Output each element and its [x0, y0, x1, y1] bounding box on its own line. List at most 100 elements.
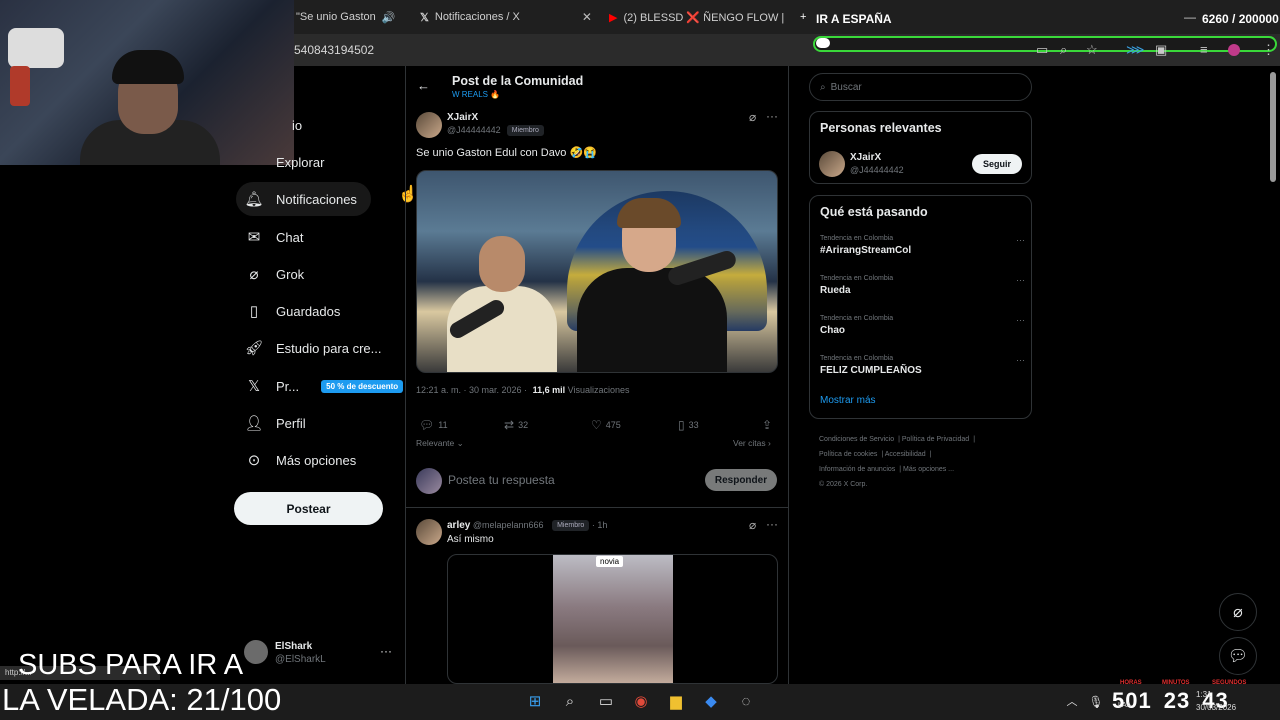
browser-tab-notifications[interactable]: 𝕏 Notificaciones / X ✕ — [420, 6, 600, 28]
bookmark-count: 33 — [688, 420, 699, 430]
avatar[interactable] — [819, 151, 845, 177]
sort-dropdown[interactable]: Relevante ⌄ — [416, 438, 464, 449]
url-text[interactable]: 540843194502 — [294, 43, 374, 57]
zoom-icon[interactable]: ⌕ — [1060, 42, 1067, 58]
post-button[interactable]: Postear — [234, 492, 383, 525]
avatar — [416, 468, 442, 494]
view-quotes-link[interactable]: Ver citas › — [733, 438, 771, 448]
new-tab-button[interactable]: + — [800, 6, 812, 28]
scrollbar[interactable] — [1270, 72, 1276, 182]
browser-tab-youtube[interactable]: ▶ (2) BLESSD ❌ ÑENGO FLOW | ✕ — [609, 6, 794, 28]
trend-item[interactable]: Tendencia en Colombia #ArirangStreamCol ··… — [820, 235, 1025, 256]
x-logo-icon: 𝕏 — [420, 11, 429, 24]
footer-link[interactable]: Accesibilidad — [885, 451, 926, 458]
footer-link[interactable]: Más opciones ... — [903, 466, 954, 473]
follow-button[interactable]: Seguir — [972, 154, 1022, 174]
minimize-icon[interactable]: — — [1184, 10, 1196, 24]
reply-action[interactable]: 💬︎ 11 — [419, 418, 448, 432]
chat-bubble-icon: 💬︎ — [1227, 648, 1249, 665]
browser-tab-active[interactable]: "Se unio Gaston 🔊 ✕ — [296, 6, 400, 28]
app-icon[interactable]: ◆ — [701, 692, 721, 712]
queue-icon[interactable]: ≡ — [1200, 42, 1208, 57]
profile-avatar-icon[interactable] — [1228, 44, 1240, 56]
more-icon[interactable]: ··· — [766, 517, 778, 531]
bookmark-action[interactable]: ▯ 33 — [678, 418, 699, 432]
language-indicator[interactable]: LAA — [1118, 702, 1131, 709]
post-author[interactable]: XJairX — [447, 112, 478, 123]
close-tab-icon[interactable]: ✕ — [582, 10, 592, 24]
cast-icon[interactable]: ▭ — [1036, 42, 1048, 58]
share-action[interactable]: ⇪ — [762, 418, 772, 432]
nav-home[interactable]: io — [236, 108, 302, 142]
puzzle-icon[interactable]: ▣ — [1155, 42, 1167, 58]
search-icon[interactable]: ⌕ — [560, 692, 580, 712]
nav-grok[interactable]: ⌀ Grok — [236, 257, 304, 291]
trend-context: Tendencia en Colombia — [820, 355, 894, 362]
reply-submit-button[interactable]: Responder — [705, 469, 777, 491]
task-view-icon[interactable]: ▭ — [596, 692, 616, 712]
grok-icon[interactable]: ⌀ — [749, 518, 756, 532]
nav-bookmarks[interactable]: ▯ Guardados — [236, 294, 340, 328]
menu-kebab-icon[interactable]: ⋮ — [1262, 42, 1275, 58]
nav-premium[interactable]: 𝕏 Pr... 50 % de descuento — [236, 369, 404, 403]
nav-profile[interactable]: 👤︎ Perfil — [236, 406, 305, 440]
reply-input[interactable]: Postea tu respuesta — [448, 473, 555, 487]
system-date[interactable]: 30/03/2026 — [1196, 703, 1236, 712]
nav-notifications[interactable]: 🔔︎ Notificaciones — [236, 182, 371, 216]
post-image[interactable] — [416, 170, 778, 373]
member-badge: Miembro — [552, 520, 590, 532]
star-icon[interactable]: ☆ — [1086, 42, 1098, 58]
post-timestamp[interactable]: 12:21 a. m. · 30 mar. 2026 · — [416, 385, 527, 395]
more-icon[interactable]: ··· — [1016, 315, 1025, 325]
back-arrow-icon[interactable]: ← — [417, 78, 430, 93]
overlay-banner: IR A ESPAÑA — [816, 12, 892, 26]
trend-item[interactable]: Tendencia en Colombia Chao ··· — [820, 315, 1025, 336]
obs-icon[interactable]: ◌ — [736, 692, 756, 712]
premium-discount-badge: 50 % de descuento — [321, 379, 404, 393]
trend-item[interactable]: Tendencia en Colombia Rueda ··· — [820, 275, 1025, 296]
trend-item[interactable]: Tendencia en Colombia FELIZ CUMPLEAÑOS ··· — [820, 355, 1025, 376]
extension-icon[interactable]: ⋙ — [1126, 42, 1145, 58]
grok-icon[interactable]: ⌀ — [749, 110, 756, 124]
show-more-link[interactable]: Mostrar más — [820, 395, 876, 406]
community-name[interactable]: W REALS 🔥 — [452, 90, 500, 99]
reply-image[interactable]: novia — [447, 554, 778, 684]
windows-start-icon[interactable]: ⊞ — [525, 692, 545, 712]
nav-chat[interactable]: ✉ Chat — [236, 220, 304, 254]
more-icon[interactable]: ··· — [1016, 275, 1025, 285]
more-icon[interactable]: ··· — [380, 644, 392, 658]
footer-link[interactable]: Información de anuncios — [819, 466, 895, 473]
chat-fab-button[interactable]: 💬︎ — [1219, 637, 1257, 675]
nav-label: Más opciones — [276, 452, 357, 468]
footer-link[interactable]: Política de cookies — [819, 451, 877, 458]
reply-author[interactable]: arley — [447, 520, 470, 531]
more-icon[interactable]: ··· — [1016, 355, 1025, 365]
more-circle-icon: ⊙ — [247, 452, 261, 469]
system-time[interactable]: 1:31 — [1196, 690, 1212, 699]
folder-icon[interactable]: ▆ — [666, 692, 686, 712]
footer-link[interactable]: Política de Privacidad — [902, 436, 969, 443]
chrome-icon[interactable]: ◉ — [631, 692, 651, 712]
more-icon[interactable]: ··· — [1016, 235, 1025, 245]
nav-more-options[interactable]: ⊙ Más opciones — [236, 443, 357, 477]
repost-action[interactable]: ⇄ 32 — [504, 418, 528, 432]
microphone-icon[interactable]: 🎙︎ — [1086, 692, 1106, 712]
chevron-up-icon[interactable]: ︿ — [1062, 692, 1082, 712]
reply-time[interactable]: · 1h — [592, 520, 608, 530]
search-input[interactable]: ⌕ Buscar — [809, 73, 1032, 101]
copyright: © 2026 X Corp. — [819, 481, 868, 488]
progress-indicator — [816, 38, 830, 48]
more-icon[interactable]: ··· — [766, 109, 778, 123]
post-handle[interactable]: @J44444442 — [447, 125, 501, 135]
grok-fab-button[interactable]: ⌀ — [1219, 593, 1257, 631]
relevant-people-card: Personas relevantes XJairX @J44444442 Se… — [809, 111, 1032, 184]
nav-explore[interactable]: Explorar — [236, 145, 324, 179]
person-name[interactable]: XJairX — [850, 152, 881, 163]
nav-creator-studio[interactable]: 🚀︎ Estudio para cre... — [236, 331, 381, 365]
avatar[interactable] — [416, 112, 442, 138]
footer-link[interactable]: Condiciones de Servicio — [819, 436, 894, 443]
avatar[interactable] — [416, 519, 442, 545]
like-action[interactable]: ♡ 475 — [591, 418, 621, 432]
reply-text: Así mismo — [447, 534, 494, 545]
reply-handle[interactable]: @melapelann666 — [473, 520, 544, 530]
